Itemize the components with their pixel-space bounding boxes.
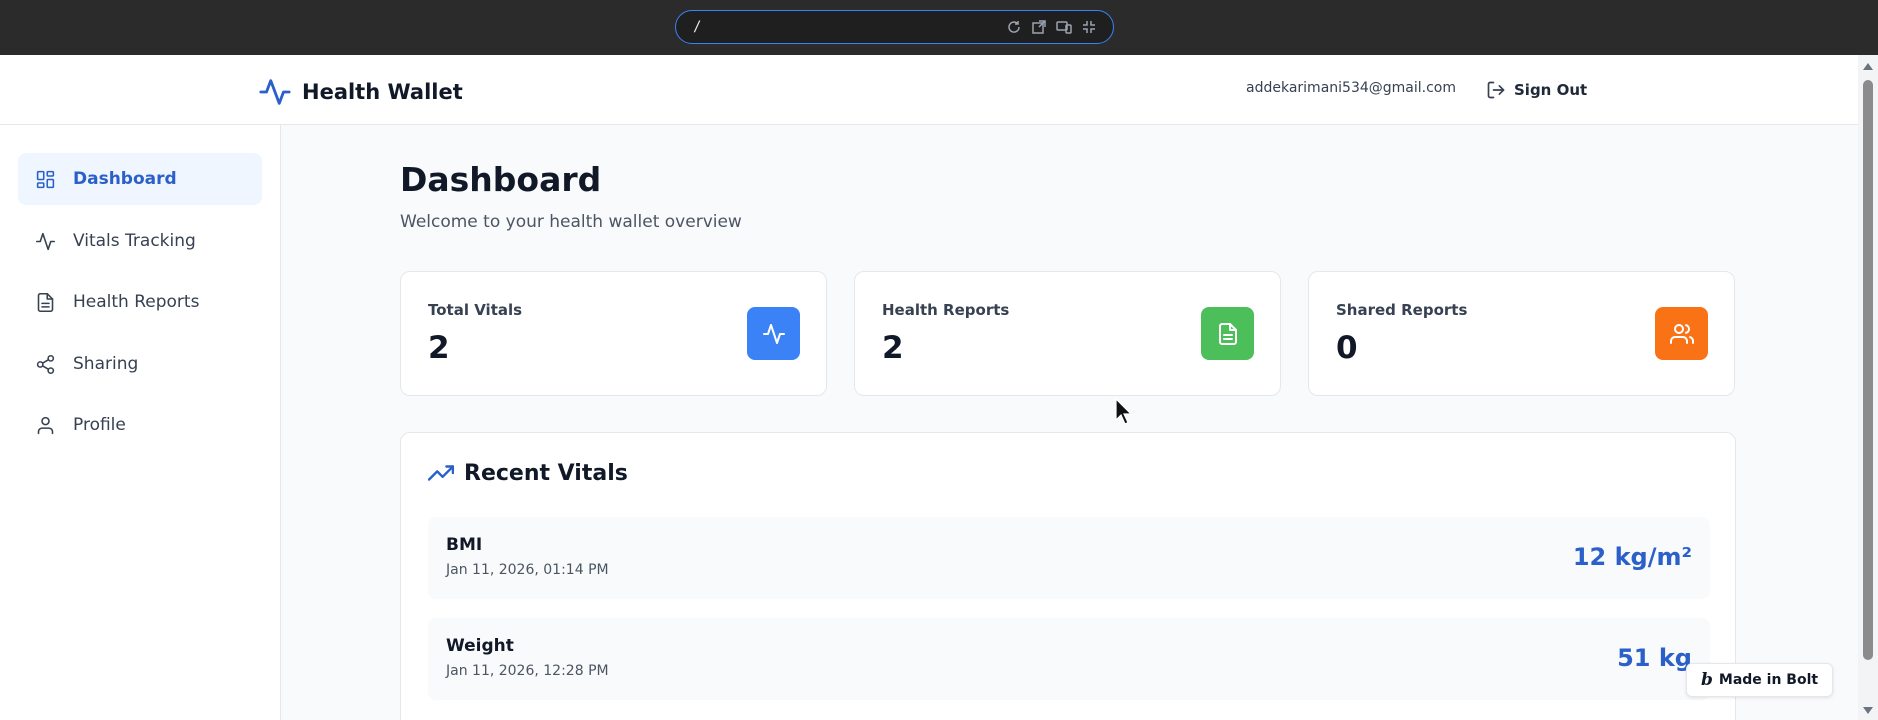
sidebar-item-label: Profile bbox=[73, 415, 126, 435]
sidebar-item-label: Dashboard bbox=[73, 169, 177, 189]
users-icon bbox=[1655, 307, 1708, 360]
stat-label: Shared Reports bbox=[1336, 301, 1468, 319]
scroll-thumb[interactable] bbox=[1863, 80, 1873, 660]
vital-name: BMI bbox=[446, 535, 483, 555]
page-title: Dashboard bbox=[400, 160, 602, 199]
stat-card-total-vitals: Total Vitals 2 bbox=[400, 271, 827, 396]
bolt-logo-icon: b bbox=[1701, 670, 1713, 690]
sidebar-item-health-reports[interactable]: Health Reports bbox=[18, 276, 262, 328]
document-icon bbox=[1201, 307, 1254, 360]
user-email: addekarimani534@gmail.com bbox=[1246, 80, 1456, 96]
reload-icon[interactable] bbox=[1006, 19, 1022, 35]
brand[interactable]: Health Wallet bbox=[258, 75, 463, 109]
stat-value: 2 bbox=[882, 330, 904, 366]
logout-icon bbox=[1487, 81, 1505, 99]
heartbeat-logo-icon bbox=[259, 79, 291, 105]
browser-toolbar: / bbox=[0, 0, 1878, 55]
stat-value: 0 bbox=[1336, 330, 1358, 366]
scroll-up-arrow-icon[interactable] bbox=[1863, 63, 1873, 70]
sidebar-item-profile[interactable]: Profile bbox=[18, 399, 262, 451]
stat-card-shared-reports: Shared Reports 0 bbox=[1308, 271, 1735, 396]
sidebar-item-label: Vitals Tracking bbox=[73, 231, 196, 251]
devices-icon[interactable] bbox=[1056, 19, 1072, 35]
vital-value: 12 kg/m² bbox=[1572, 543, 1692, 571]
address-bar-url: / bbox=[693, 19, 702, 35]
sidebar-item-vitals-tracking[interactable]: Vitals Tracking bbox=[18, 215, 262, 267]
stat-label: Total Vitals bbox=[428, 301, 523, 319]
minimize-icon[interactable] bbox=[1081, 19, 1097, 35]
vital-time: Jan 11, 2026, 01:14 PM bbox=[446, 562, 609, 578]
sidebar-item-sharing[interactable]: Sharing bbox=[18, 338, 262, 390]
vital-row[interactable]: BMI Jan 11, 2026, 01:14 PM 12 kg/m² bbox=[428, 517, 1710, 599]
page-scrollbar[interactable] bbox=[1858, 55, 1878, 720]
mouse-cursor-icon bbox=[1115, 398, 1133, 425]
dashboard-grid-icon bbox=[36, 170, 55, 188]
vital-name: Weight bbox=[446, 636, 514, 656]
sidebar-item-label: Health Reports bbox=[73, 292, 200, 312]
document-icon bbox=[37, 292, 54, 312]
vital-row[interactable]: Weight Jan 11, 2026, 12:28 PM 51 kg bbox=[428, 618, 1710, 700]
address-bar[interactable]: / bbox=[675, 10, 1114, 44]
brand-name: Health Wallet bbox=[302, 80, 463, 104]
trending-up-icon bbox=[428, 465, 454, 481]
sign-out-button[interactable]: Sign Out bbox=[1486, 75, 1587, 105]
sign-out-label: Sign Out bbox=[1514, 81, 1588, 99]
open-external-icon[interactable] bbox=[1031, 19, 1047, 35]
recent-vitals-header: Recent Vitals bbox=[428, 460, 628, 486]
vital-value: 51 kg bbox=[1617, 644, 1692, 672]
sidebar: Dashboard Vitals Tracking Health Reports… bbox=[0, 125, 281, 720]
activity-icon bbox=[747, 307, 800, 360]
share-icon bbox=[36, 354, 55, 374]
sidebar-item-label: Sharing bbox=[73, 354, 139, 374]
badge-label: Made in Bolt bbox=[1718, 672, 1819, 688]
user-icon bbox=[37, 416, 54, 434]
app-header: Health Wallet addekarimani534@gmail.com … bbox=[0, 55, 1858, 125]
stat-card-health-reports: Health Reports 2 bbox=[854, 271, 1281, 396]
stat-value: 2 bbox=[428, 330, 450, 366]
recent-vitals-title: Recent Vitals bbox=[464, 460, 628, 486]
page-subtitle: Welcome to your health wallet overview bbox=[400, 212, 742, 232]
vital-time: Jan 11, 2026, 12:28 PM bbox=[446, 663, 609, 679]
recent-vitals-panel: Recent Vitals BMI Jan 11, 2026, 01:14 PM… bbox=[400, 432, 1736, 720]
sidebar-item-dashboard[interactable]: Dashboard bbox=[18, 153, 262, 205]
scroll-down-arrow-icon[interactable] bbox=[1863, 707, 1873, 714]
activity-icon bbox=[35, 232, 56, 250]
made-in-bolt-badge[interactable]: b Made in Bolt bbox=[1686, 663, 1834, 697]
stat-label: Health Reports bbox=[882, 301, 1010, 319]
